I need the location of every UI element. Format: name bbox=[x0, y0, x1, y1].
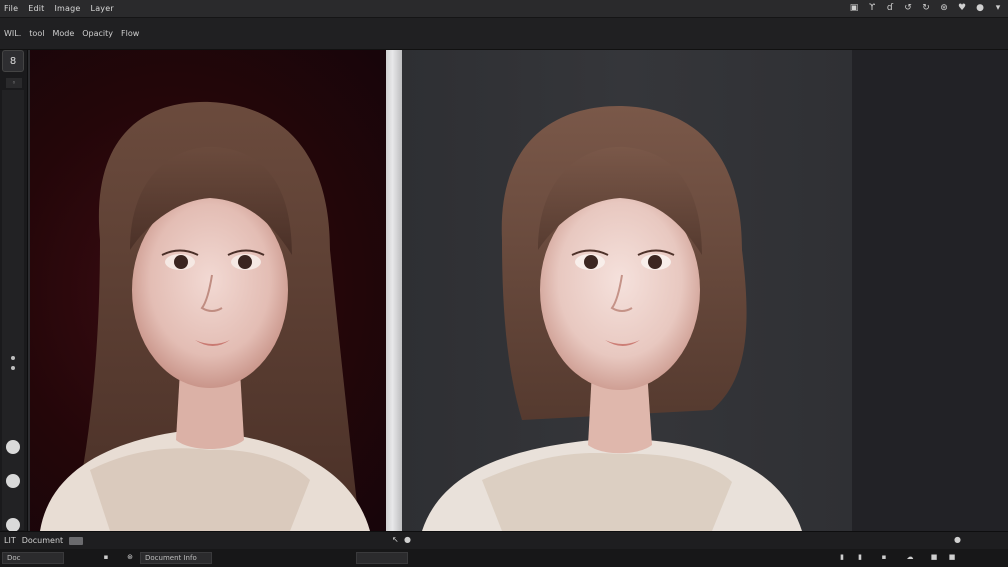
brush-knob-icon[interactable] bbox=[6, 440, 20, 454]
portrait-after-image bbox=[422, 105, 802, 531]
menu-file[interactable]: File bbox=[4, 4, 18, 13]
info-bar: Doc ▪ ⊛ Document Info ▮ ▮ ▪ ☁ ■ ■ bbox=[0, 549, 1008, 567]
dot-icon[interactable]: ▮ bbox=[838, 553, 846, 561]
settings-icon[interactable]: ⊛ bbox=[938, 2, 950, 14]
zoom-field[interactable] bbox=[356, 552, 408, 564]
settings-icon[interactable]: ⊛ bbox=[126, 553, 134, 561]
heart-icon[interactable]: ♥ bbox=[956, 2, 968, 14]
status-left-value: Document bbox=[21, 536, 64, 545]
status-left-label: LIT bbox=[4, 536, 16, 545]
status-bar: LIT Document ↖ ● ● bbox=[0, 531, 1008, 549]
tool-mode-toggle[interactable]: ◦ bbox=[6, 78, 22, 88]
portrait-before-image bbox=[40, 101, 370, 531]
left-toolbar: 8 ◦ bbox=[0, 50, 28, 532]
status-chip-icon[interactable] bbox=[69, 536, 84, 545]
tool-strip bbox=[2, 90, 24, 530]
dot-icon[interactable]: ▮ bbox=[856, 553, 864, 561]
brush-knob-icon[interactable] bbox=[6, 518, 20, 532]
menu: File Edit Image Layer bbox=[0, 4, 114, 13]
tool-dot-icon[interactable] bbox=[11, 366, 15, 370]
canvas-area[interactable] bbox=[28, 50, 1008, 531]
before-image-panel[interactable] bbox=[30, 50, 386, 531]
menu-edit[interactable]: Edit bbox=[28, 4, 44, 13]
doc-info-field[interactable]: Document Info bbox=[140, 552, 212, 564]
layers-icon[interactable]: ▣ bbox=[848, 2, 860, 14]
option-mode[interactable]: Mode bbox=[52, 29, 74, 38]
brush-knob-icon[interactable] bbox=[6, 474, 20, 488]
menu-image[interactable]: Image bbox=[54, 4, 80, 13]
arrow-icon[interactable]: ↖ bbox=[392, 535, 399, 544]
square-icon[interactable]: ■ bbox=[948, 553, 956, 561]
brush-icon[interactable]: ϒ bbox=[866, 2, 878, 14]
toolbar-icons: ▣ ϒ ɗ ↺ ↻ ⊛ ♥ ● ▾ bbox=[848, 2, 1004, 14]
grid-icon[interactable]: ▪ bbox=[102, 553, 110, 561]
square-icon[interactable]: ■ bbox=[930, 553, 938, 561]
crop-icon[interactable]: ɗ bbox=[884, 2, 896, 14]
dot-icon[interactable]: ● bbox=[954, 535, 961, 544]
option-flow[interactable]: Flow bbox=[121, 29, 139, 38]
tool-dot-icon[interactable] bbox=[11, 356, 15, 360]
dropdown-icon[interactable]: ▾ bbox=[992, 2, 1004, 14]
dot-icon[interactable]: ▪ bbox=[880, 553, 888, 561]
option-preset[interactable]: tool bbox=[29, 29, 44, 38]
redo-icon[interactable]: ↻ bbox=[920, 2, 932, 14]
after-image-panel[interactable] bbox=[402, 50, 852, 531]
option-tool[interactable]: WIL. bbox=[4, 29, 21, 38]
menu-bar: File Edit Image Layer ▣ ϒ ɗ ↺ ↻ ⊛ ♥ ● ▾ bbox=[0, 0, 1008, 18]
options-bar: WIL. tool Mode Opacity Flow bbox=[0, 18, 1008, 50]
dot-icon[interactable]: ● bbox=[404, 535, 411, 544]
chat-icon[interactable]: ● bbox=[974, 2, 986, 14]
option-opacity[interactable]: Opacity bbox=[82, 29, 113, 38]
side-panel-area bbox=[852, 50, 1008, 531]
move-tool-button[interactable]: 8 bbox=[2, 50, 24, 72]
menu-layer[interactable]: Layer bbox=[91, 4, 114, 13]
cloud-icon[interactable]: ☁ bbox=[906, 553, 914, 561]
split-divider-handle[interactable] bbox=[386, 50, 402, 531]
doc-label-field[interactable]: Doc bbox=[2, 552, 64, 564]
undo-icon[interactable]: ↺ bbox=[902, 2, 914, 14]
